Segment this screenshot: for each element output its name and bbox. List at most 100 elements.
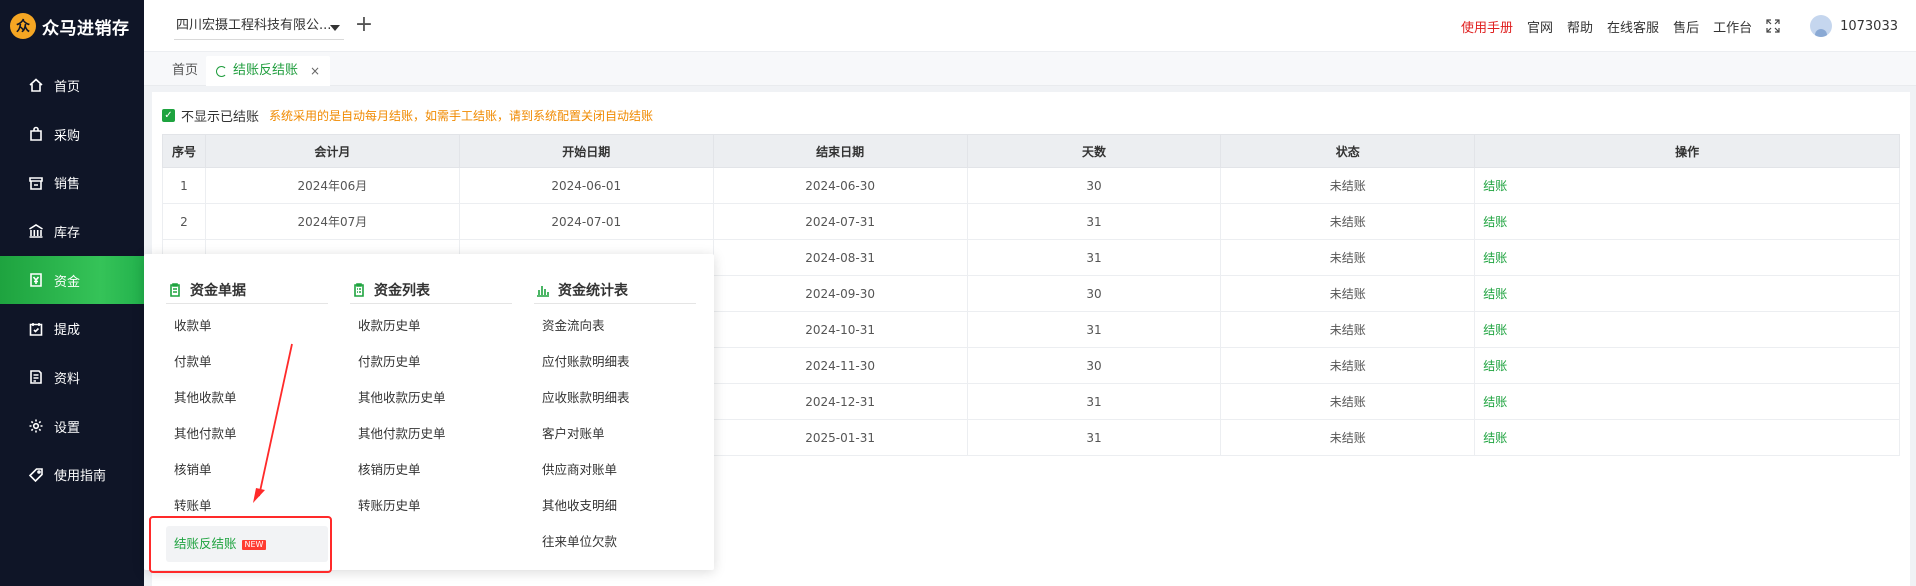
- tab-home[interactable]: 首页: [164, 56, 206, 86]
- sidebar-item-commission[interactable]: 提成: [0, 304, 144, 353]
- menu-item-other-payment[interactable]: 其他付款单: [166, 416, 328, 452]
- manual-link[interactable]: 使用手册: [1461, 17, 1513, 36]
- cell-end-date: 2024-11-30: [712, 347, 968, 384]
- menu-column-fund-lists: 资金列表 收款历史单 付款历史单 其他收款历史单 其他付款历史单 核销历史单 转…: [350, 276, 512, 524]
- logo-icon: 众: [10, 13, 36, 39]
- col-month: 会计月: [204, 134, 460, 168]
- top-links: 使用手册 官网 帮助 在线客服 售后 工作台 1073033: [1461, 0, 1898, 52]
- menu-item-other-income-expense[interactable]: 其他收支明细: [534, 488, 696, 524]
- menu-item-receivable-detail[interactable]: 应收账款明细表: [534, 380, 696, 416]
- sidebar-item-funds[interactable]: 资金: [0, 255, 144, 305]
- menu-item-write-off-history[interactable]: 核销历史单: [350, 452, 512, 488]
- close-account-link[interactable]: 结账: [1474, 311, 1900, 348]
- hide-closed-label[interactable]: 不显示已结账: [181, 106, 259, 125]
- col-index: 序号: [162, 134, 206, 168]
- menu-item-other-receipt-history[interactable]: 其他收款历史单: [350, 380, 512, 416]
- sidebar-item-purchase[interactable]: 采购: [0, 110, 144, 159]
- menu-item-customer-statement[interactable]: 客户对账单: [534, 416, 696, 452]
- cell-end-date: 2024-10-31: [712, 311, 968, 348]
- list-clipboard-icon: [352, 282, 366, 297]
- cell-month: 2024年07月: [204, 203, 460, 240]
- menu-item-payment-history[interactable]: 付款历史单: [350, 344, 512, 380]
- table-row: 1 2024年06月 2024-06-01 2024-06-30 30 未结账 …: [162, 167, 1900, 204]
- cell-status: 未结账: [1220, 347, 1476, 384]
- col-status: 状态: [1220, 134, 1476, 168]
- menu-item-payable-detail[interactable]: 应付账款明细表: [534, 344, 696, 380]
- online-service-link[interactable]: 在线客服: [1607, 17, 1659, 36]
- app-name: 众马进销存: [42, 18, 130, 39]
- col-end-date: 结束日期: [712, 134, 968, 168]
- close-account-link[interactable]: 结账: [1474, 383, 1900, 420]
- cell-status: 未结账: [1220, 167, 1476, 204]
- sidebar-item-inventory[interactable]: 库存: [0, 207, 144, 256]
- workbench-link[interactable]: 工作台: [1713, 17, 1752, 36]
- menu-item-write-off[interactable]: 核销单: [166, 452, 328, 488]
- avatar[interactable]: [1810, 15, 1833, 37]
- cell-end-date: 2024-12-31: [712, 383, 968, 420]
- menu-item-receipt[interactable]: 收款单: [166, 308, 328, 344]
- close-account-link[interactable]: 结账: [1474, 347, 1900, 384]
- menu-item-partner-arrears[interactable]: 往来单位欠款: [534, 524, 696, 560]
- sidebar-item-label: 资料: [54, 371, 81, 387]
- sidebar-item-label: 销售: [54, 177, 81, 193]
- sidebar-item-settings[interactable]: 设置: [0, 402, 144, 451]
- user-id[interactable]: 1073033: [1840, 19, 1898, 34]
- close-account-link[interactable]: 结账: [1474, 275, 1900, 312]
- close-account-link[interactable]: 结账: [1474, 203, 1900, 240]
- close-account-link[interactable]: 结账: [1474, 167, 1900, 204]
- add-company-button[interactable]: +: [352, 11, 376, 39]
- cell-days: 31: [966, 239, 1222, 276]
- close-icon[interactable]: ×: [310, 56, 320, 86]
- filter-row: ✓ 不显示已结账 系统采用的是自动每月结账，如需手工结账，请到系统配置关闭自动结…: [162, 106, 653, 125]
- cell-days: 30: [966, 275, 1222, 312]
- fullscreen-icon[interactable]: [1766, 19, 1780, 33]
- menu-heading: 资金单据: [166, 276, 328, 304]
- table-header-row: 序号 会计月 开始日期 结束日期 天数 状态 操作: [162, 134, 1900, 168]
- cell-days: 31: [966, 419, 1222, 456]
- cell-days: 31: [966, 203, 1222, 240]
- menu-item-payment[interactable]: 付款单: [166, 344, 328, 380]
- cell-index: 2: [162, 203, 206, 240]
- store-icon: [28, 175, 44, 191]
- menu-item-other-payment-history[interactable]: 其他付款历史单: [350, 416, 512, 452]
- caret-down-icon: [330, 25, 340, 31]
- sidebar-item-label: 首页: [54, 79, 81, 95]
- app-logo[interactable]: 众 众马进销存: [0, 0, 144, 52]
- company-select[interactable]: 四川宏摄工程科技有限公...: [174, 14, 344, 40]
- menu-heading-label: 资金单据: [190, 282, 246, 299]
- official-site-link[interactable]: 官网: [1527, 17, 1553, 36]
- help-link[interactable]: 帮助: [1567, 17, 1593, 36]
- refresh-icon[interactable]: [216, 65, 227, 77]
- sidebar-item-guide[interactable]: 使用指南: [0, 451, 144, 500]
- sidebar-item-home[interactable]: 首页: [0, 61, 144, 110]
- home-icon: [28, 77, 44, 93]
- cell-status: 未结账: [1220, 311, 1476, 348]
- tag-icon: [28, 467, 44, 483]
- sidebar-item-label: 提成: [54, 323, 81, 339]
- commission-icon: [28, 321, 44, 337]
- cell-start-date: 2024-07-01: [458, 203, 714, 240]
- clipboard-icon: [168, 282, 182, 297]
- user-icon: [1815, 29, 1828, 37]
- menu-item-fund-flow[interactable]: 资金流向表: [534, 308, 696, 344]
- tab-closing[interactable]: 结账反结账 ×: [206, 56, 331, 86]
- bar-chart-icon: [536, 283, 550, 297]
- cell-start-date: 2024-06-01: [458, 167, 714, 204]
- cell-days: 31: [966, 311, 1222, 348]
- hide-closed-checkbox[interactable]: ✓: [162, 109, 175, 122]
- cell-days: 30: [966, 347, 1222, 384]
- menu-item-receipt-history[interactable]: 收款历史单: [350, 308, 512, 344]
- menu-item-supplier-statement[interactable]: 供应商对账单: [534, 452, 696, 488]
- close-account-link[interactable]: 结账: [1474, 239, 1900, 276]
- menu-item-transfer-history[interactable]: 转账历史单: [350, 488, 512, 524]
- sidebar-item-data[interactable]: 资料: [0, 353, 144, 402]
- close-account-link[interactable]: 结账: [1474, 419, 1900, 456]
- cell-end-date: 2024-08-31: [712, 239, 968, 276]
- cell-status: 未结账: [1220, 239, 1476, 276]
- sidebar-item-sales[interactable]: 销售: [0, 158, 144, 207]
- cell-month: 2024年06月: [204, 167, 460, 204]
- menu-item-other-receipt[interactable]: 其他收款单: [166, 380, 328, 416]
- auto-close-tip: 系统采用的是自动每月结账，如需手工结账，请到系统配置关闭自动结账: [269, 109, 654, 123]
- after-sales-link[interactable]: 售后: [1673, 17, 1699, 36]
- tab-label: 结账反结账: [233, 63, 299, 78]
